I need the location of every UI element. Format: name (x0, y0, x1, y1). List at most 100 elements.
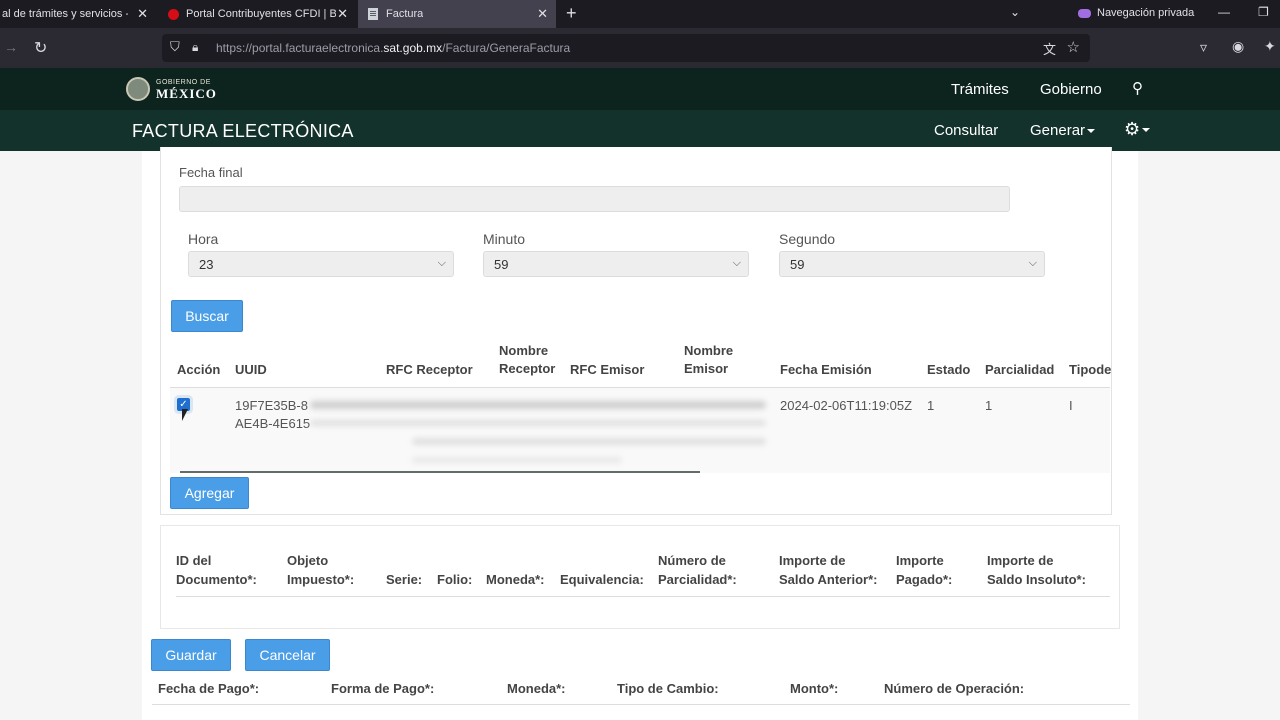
tab-title: al de trámites y servicios - (2, 8, 128, 20)
browser-tab-bar: al de trámites y servicios - ✕ Portal Co… (0, 0, 1280, 28)
tab-title: Factura (386, 8, 424, 20)
th-line: Importe de (987, 553, 1054, 568)
agregar-button[interactable]: Agregar (170, 477, 249, 509)
minimize-icon[interactable]: — (1218, 5, 1230, 19)
close-icon[interactable]: ✕ (537, 6, 548, 22)
th-id-documento: ID del Documento*: (176, 551, 257, 589)
horizontal-scrollbar[interactable] (180, 471, 700, 473)
th-saldo-insoluto: Importe de Saldo Insoluto*: (987, 551, 1086, 589)
th-numero-parcialidad: Número de Parcialidad*: (658, 551, 737, 589)
th-rfc-emisor: RFC Emisor (570, 362, 645, 377)
th-line: Objeto (287, 553, 329, 568)
parcialidad-value: 1 (985, 398, 993, 413)
tipo-value: I (1069, 398, 1073, 413)
fecha-emision-value: 2024-02-06T11:19:05Z (780, 398, 913, 413)
forward-arrow-icon[interactable]: → (4, 39, 18, 55)
pocket-icon[interactable]: ▿ (1200, 39, 1207, 56)
portal-favicon-icon (168, 8, 179, 20)
nav-link-gobierno[interactable]: Gobierno (1040, 81, 1102, 98)
th-line: Parcialidad*: (658, 572, 737, 587)
mouse-cursor-icon (182, 409, 188, 421)
url-path: /Factura/GeneraFactura (442, 41, 571, 55)
th-nombre-emisor-line1: Nombre (684, 343, 734, 358)
th-line: ID del (176, 553, 212, 568)
site-title[interactable]: FACTURA ELECTRÓNICA (132, 121, 354, 142)
reload-icon[interactable]: ↻ (34, 38, 47, 58)
minuto-label: Minuto (483, 231, 526, 247)
minuto-select[interactable]: 59 ⌵ (483, 251, 749, 277)
th-objeto-impuesto: Objeto Impuesto*: (287, 551, 354, 589)
chevron-down-icon: ⌵ (437, 257, 446, 269)
cancelar-button[interactable]: Cancelar (245, 639, 330, 671)
table-row (170, 387, 1110, 473)
gobierno-mexico-logo[interactable]: GOBIERNO DE MÉXICO (126, 77, 217, 101)
th-line: Documento*: (176, 572, 257, 587)
national-seal-icon (126, 77, 150, 101)
restore-icon[interactable]: ❐ (1258, 5, 1269, 19)
url-prefix: https://portal.facturaelectronica. (216, 41, 384, 55)
gear-icon[interactable]: ⚙ (1124, 119, 1151, 140)
segundo-select[interactable]: 59 ⌵ (779, 251, 1045, 277)
hora-label: Hora (188, 231, 219, 247)
th-folio: Folio: (437, 551, 472, 589)
th-forma-pago: Forma de Pago*: (331, 681, 435, 696)
chevron-down-icon: ⌵ (732, 257, 741, 269)
fecha-final-input[interactable] (179, 186, 1010, 212)
tab-factura[interactable]: Factura ✕ (358, 0, 556, 28)
url-domain: sat.gob.mx (383, 41, 443, 55)
bookmark-star-icon[interactable]: ☆ (1067, 38, 1080, 56)
caret-down-icon (1087, 129, 1096, 134)
uuid-line2: AE4B-4E615 (235, 416, 311, 431)
generar-label: Generar (1030, 122, 1086, 139)
tab-title: Portal Contribuyentes CFDI | Bu (186, 8, 336, 20)
th-serie: Serie: (386, 551, 422, 589)
th-line: Equivalencia: (560, 572, 644, 587)
gobierno-header: GOBIERNO DE MÉXICO Trámites Gobierno ⚲ (0, 68, 1280, 110)
guardar-button[interactable]: Guardar (151, 639, 231, 671)
search-icon[interactable]: ⚲ (1132, 79, 1143, 97)
fecha-final-label: Fecha final (179, 165, 243, 180)
th-estado: Estado (927, 362, 971, 377)
nav-link-consultar[interactable]: Consultar (934, 122, 998, 139)
buscar-button[interactable]: Buscar (171, 300, 243, 332)
th-line: Importe de (779, 553, 846, 568)
close-icon[interactable]: ✕ (337, 6, 348, 22)
private-mask-icon (1078, 8, 1091, 18)
translate-icon[interactable]: 文 (1043, 39, 1056, 58)
document-favicon-icon (368, 8, 378, 20)
th-line: Saldo Anterior*: (779, 572, 878, 587)
tab-tramites[interactable]: al de trámites y servicios - ✕ (0, 0, 156, 28)
chevron-down-icon[interactable]: ⌄ (1010, 5, 1020, 19)
browser-nav-bar: → ↻ ⛉ 🔒︎ https://portal.facturaelectroni… (0, 28, 1280, 68)
new-tab-plus-icon[interactable]: + (566, 3, 577, 24)
close-icon[interactable]: ✕ (137, 6, 148, 22)
redacted-data (412, 457, 622, 463)
tab-portal-contribuyentes[interactable]: Portal Contribuyentes CFDI | Bu ✕ (158, 0, 356, 28)
main-container: Fecha final Hora 23 ⌵ Minuto 59 ⌵ Segund… (142, 147, 1138, 720)
th-nombre-receptor-line2: Receptor (499, 361, 556, 376)
account-icon[interactable]: ◉ (1232, 38, 1244, 55)
th-numero-operacion: Número de Operación: (884, 681, 1025, 696)
extensions-icon[interactable]: ✦ (1264, 38, 1276, 55)
url-text[interactable]: https://portal.facturaelectronica.sat.go… (216, 41, 570, 55)
page-body: Fecha final Hora 23 ⌵ Minuto 59 ⌵ Segund… (0, 147, 1280, 720)
segundo-value: 59 (790, 257, 805, 272)
th-nombre-emisor-line2: Emisor (684, 361, 729, 376)
factura-sub-header: FACTURA ELECTRÓNICA Consultar Generar ⚙ (0, 110, 1280, 151)
nav-link-tramites[interactable]: Trámites (951, 81, 1009, 98)
th-line: Saldo Insoluto*: (987, 572, 1086, 587)
shield-icon: ⛉ (170, 39, 180, 54)
th-equivalencia: Equivalencia: (560, 551, 644, 589)
estado-value: 1 (927, 398, 935, 413)
th-parcialidad: Parcialidad (985, 362, 1055, 377)
private-label: Navegación privada (1097, 7, 1195, 19)
th-moneda: Moneda*: (486, 551, 545, 589)
th-tipo: Tipode (1069, 362, 1112, 377)
divider (176, 596, 1110, 597)
address-bar[interactable]: ⛉ 🔒︎ https://portal.facturaelectronica.s… (162, 34, 1090, 62)
th-accion: Acción (177, 362, 221, 377)
redacted-data (310, 420, 766, 426)
hora-select[interactable]: 23 ⌵ (188, 251, 454, 277)
caret-down-icon (1142, 128, 1151, 133)
nav-link-generar[interactable]: Generar (1030, 122, 1096, 139)
